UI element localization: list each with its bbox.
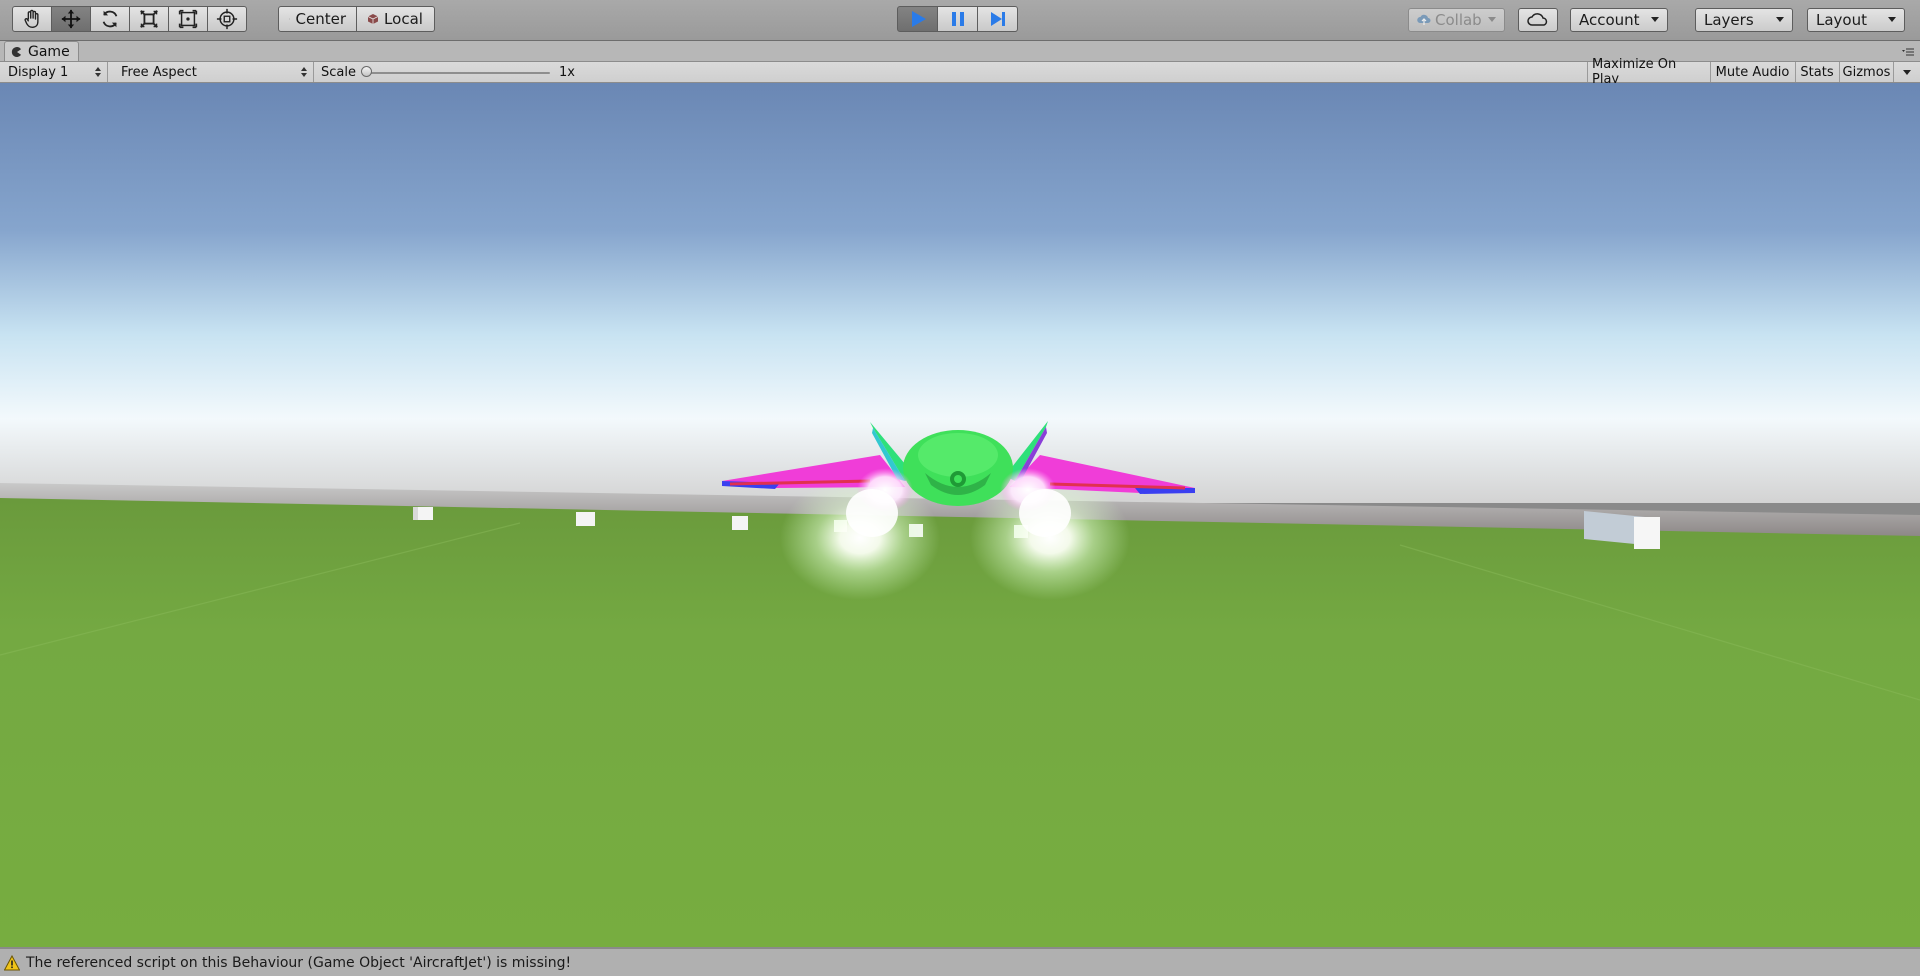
rotate-icon xyxy=(102,10,118,28)
layers-label: Layers xyxy=(1704,11,1754,29)
rotate-tool-button[interactable] xyxy=(90,6,130,32)
cloud-icon xyxy=(1527,13,1548,26)
move-tool-button[interactable] xyxy=(51,6,91,32)
pivot-mode-label: Center xyxy=(295,10,347,28)
local-cube-icon xyxy=(368,14,379,24)
console-status-bar[interactable]: The referenced script on this Behaviour … xyxy=(0,948,1920,976)
updown-arrows-icon xyxy=(301,67,307,77)
main-toolbar: Center Local Collab Account Layers Layou… xyxy=(0,0,1920,41)
status-message: The referenced script on this Behaviour … xyxy=(26,954,572,971)
account-label: Account xyxy=(1579,11,1640,29)
scale-icon xyxy=(140,10,158,28)
updown-arrows-icon xyxy=(95,67,101,77)
window-menu-icon[interactable] xyxy=(1902,48,1914,58)
transform-tool-button[interactable] xyxy=(207,6,247,32)
pivot-rotation-label: Local xyxy=(384,10,423,28)
hand-icon xyxy=(24,9,39,28)
mute-audio-toggle[interactable]: Mute Audio xyxy=(1710,62,1794,82)
game-viewport[interactable] xyxy=(0,83,1920,947)
collab-dropdown[interactable]: Collab xyxy=(1408,8,1505,32)
layers-dropdown[interactable]: Layers xyxy=(1695,8,1793,32)
aspect-select[interactable]: Free Aspect xyxy=(113,62,314,82)
pivot-toggles: Center Local xyxy=(278,6,435,32)
pivot-center-icon xyxy=(289,18,290,20)
chevron-down-icon xyxy=(1651,17,1659,22)
play-button[interactable] xyxy=(897,6,938,32)
step-icon xyxy=(990,12,1005,26)
chevron-down-icon xyxy=(1888,17,1896,22)
game-scene xyxy=(0,83,1920,947)
display-select-label: Display 1 xyxy=(8,64,69,80)
ground-plane xyxy=(0,498,1920,947)
tab-game[interactable]: Game xyxy=(4,41,79,61)
rect-transform-icon xyxy=(178,9,198,29)
transform-icon xyxy=(216,8,238,30)
layout-label: Layout xyxy=(1816,11,1867,29)
gizmos-dropdown[interactable] xyxy=(1893,62,1920,82)
chevron-down-icon xyxy=(1903,69,1911,75)
scale-value: 1x xyxy=(559,64,575,80)
move-icon xyxy=(61,9,81,29)
chevron-down-icon xyxy=(1488,17,1496,22)
stats-toggle[interactable]: Stats xyxy=(1795,62,1838,82)
game-controller-icon xyxy=(11,46,21,57)
aspect-select-label: Free Aspect xyxy=(121,64,197,80)
hand-tool-button[interactable] xyxy=(12,6,52,32)
transform-tools xyxy=(12,6,247,32)
pause-icon xyxy=(951,12,964,26)
layout-dropdown[interactable]: Layout xyxy=(1807,8,1905,32)
play-icon xyxy=(911,11,926,27)
scale-slider-thumb[interactable] xyxy=(361,66,372,77)
warning-icon xyxy=(4,954,20,970)
scale-label: Scale xyxy=(321,64,356,80)
cloud-button[interactable] xyxy=(1518,8,1558,32)
scale-tool-button[interactable] xyxy=(129,6,169,32)
pivot-mode-button[interactable]: Center xyxy=(278,6,357,32)
pause-button[interactable] xyxy=(937,6,978,32)
collab-label: Collab xyxy=(1435,11,1482,29)
play-controls xyxy=(897,6,1018,32)
game-view-toolbar: Display 1 Free Aspect Scale 1x Maximize … xyxy=(0,57,1920,87)
step-button[interactable] xyxy=(977,6,1018,32)
collab-icon xyxy=(1417,14,1431,25)
tab-game-label: Game xyxy=(28,43,70,60)
chevron-down-icon xyxy=(1776,17,1784,22)
gizmos-toggle[interactable]: Gizmos xyxy=(1839,62,1893,82)
rect-tool-button[interactable] xyxy=(168,6,208,32)
account-dropdown[interactable]: Account xyxy=(1570,8,1668,32)
pivot-rotation-button[interactable]: Local xyxy=(356,6,435,32)
scale-slider-track[interactable] xyxy=(366,72,550,74)
maximize-on-play-toggle[interactable]: Maximize On Play xyxy=(1587,57,1709,87)
display-select[interactable]: Display 1 xyxy=(0,62,108,82)
